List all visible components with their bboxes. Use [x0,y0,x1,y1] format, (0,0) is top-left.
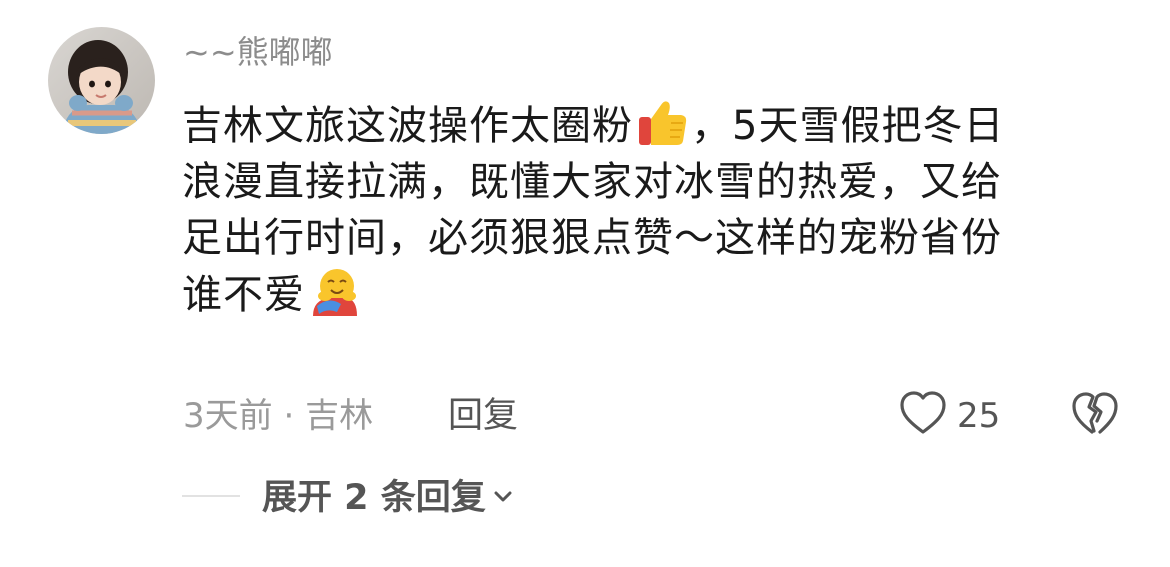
heart-icon [900,391,946,434]
avatar[interactable] [48,27,155,134]
comment-item: ~~熊嘟嘟 吉林文旅这波操作太圈粉 ，5天雪假把冬日 浪漫直接拉满，既懂大家对冰… [0,0,1170,567]
dislike-button[interactable] [1070,388,1120,440]
comment-text-line: 浪漫直接拉满，既懂大家对冰雪的热爱，又给 [182,159,1002,205]
comment-text-line: 谁不爱 [182,272,305,318]
broken-heart-icon [1072,392,1118,434]
expand-replies-button[interactable]: 展开 2 条回复 [262,470,514,522]
comment-text-line: 足出行时间，必须狠狠点赞～这样的宠粉省份 [182,215,1002,261]
avatar-image [48,27,155,134]
hugging-face-icon [307,266,361,318]
comment-time: 3天前 [183,396,273,436]
thumbs-up-icon [635,97,689,149]
chevron-down-icon [492,470,514,502]
comment-text-part: ，5天雪假把冬日 [691,103,1005,149]
like-count: 25 [957,396,1001,436]
comment-location: 吉林 [305,396,374,436]
comment-text: 吉林文旅这波操作太圈粉 ，5天雪假把冬日 浪漫直接拉满，既懂大家对冰雪的热爱，又… [182,97,1102,323]
expand-replies-label: 展开 2 条回复 [262,478,486,518]
reply-button[interactable]: 回复 [448,390,518,442]
comment-meta: 3天前 · 吉林 [183,390,373,442]
username[interactable]: ~~熊嘟嘟 [183,28,333,76]
like-button[interactable] [898,388,948,440]
meta-separator: · [283,396,295,436]
comment-text-part: 吉林文旅这波操作太圈粉 [182,103,633,149]
expand-divider [182,495,240,497]
